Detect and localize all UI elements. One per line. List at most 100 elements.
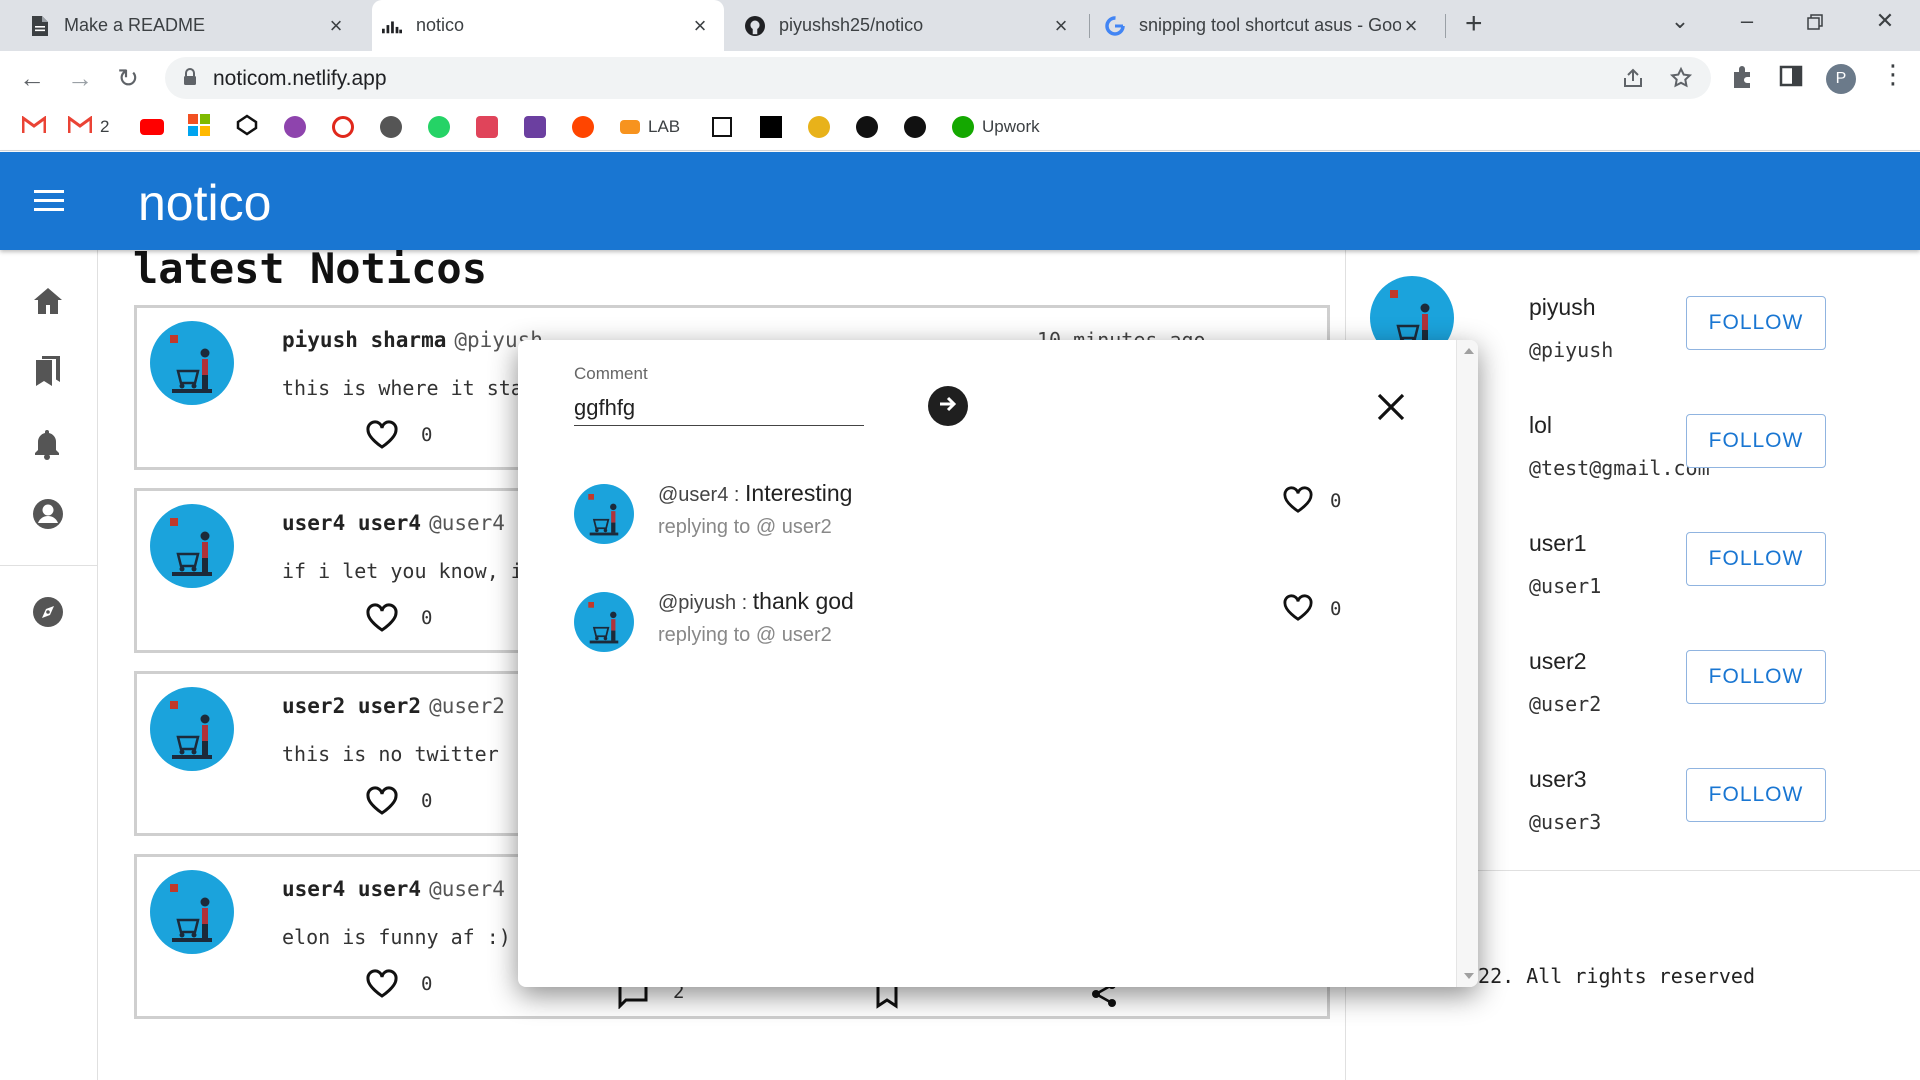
close-tab-icon[interactable]: × <box>1401 14 1421 36</box>
sidebar-divider <box>0 565 98 566</box>
close-icon[interactable] <box>1376 392 1406 427</box>
browser-tab-readme[interactable]: Make a README × <box>20 0 360 51</box>
globe-icon <box>380 116 402 138</box>
bookmark-quora[interactable] <box>332 115 354 139</box>
suggested-user-handle: @user3 <box>1529 810 1602 834</box>
menu-icon[interactable] <box>34 190 64 217</box>
reply-text-line: @piyush : thank god <box>658 588 854 615</box>
more-menu-icon[interactable]: ⋮ <box>1880 59 1906 90</box>
profile-icon[interactable] <box>32 498 64 535</box>
bookmark-pycharm[interactable] <box>760 115 782 139</box>
suggested-user-name: user2 <box>1529 648 1587 674</box>
close-window-icon[interactable]: ✕ <box>1870 8 1900 34</box>
tab-search-icon[interactable]: ⌄ <box>1665 8 1695 34</box>
suggested-user-name: user3 <box>1529 766 1587 792</box>
author-name: piyush sharma <box>282 328 447 352</box>
bookmark-gmail-2[interactable]: 2 <box>67 114 110 139</box>
like-count: 0 <box>421 607 433 629</box>
heart-icon[interactable] <box>1282 594 1314 627</box>
scroll-up-arrow-icon[interactable] <box>1464 348 1474 354</box>
chart-icon <box>382 16 402 36</box>
bookmark-gmail[interactable] <box>21 114 47 139</box>
openai-icon <box>904 116 926 138</box>
gmail-icon <box>67 114 93 139</box>
bookmark-upwork[interactable]: Upwork <box>952 115 1040 139</box>
like-count: 0 <box>1330 490 1342 512</box>
bookmarks-icon[interactable] <box>32 354 64 393</box>
url-text: noticom.netlify.app <box>213 67 387 90</box>
bookmark-microsoft[interactable] <box>188 113 210 139</box>
share-icon[interactable] <box>1621 66 1645 95</box>
minimize-icon[interactable]: – <box>1732 8 1762 34</box>
side-panel-icon[interactable] <box>1779 64 1803 93</box>
notifications-icon[interactable] <box>32 428 62 465</box>
author-name: user4 user4 <box>282 511 422 535</box>
bookmark-runner[interactable] <box>808 115 830 139</box>
bookmark-reddit[interactable] <box>572 115 594 139</box>
follow-button[interactable]: FOLLOW <box>1686 414 1826 468</box>
star-icon[interactable] <box>1669 66 1693 95</box>
bookmark-store[interactable] <box>476 115 498 139</box>
heart-icon[interactable] <box>365 969 399 1004</box>
bookmark-youtube[interactable] <box>140 115 164 139</box>
arrow-right-icon <box>938 395 958 418</box>
new-tab-button[interactable]: + <box>1465 9 1483 39</box>
restore-icon[interactable] <box>1800 10 1830 36</box>
bookmark-label: 2 <box>100 117 110 136</box>
reply-author: @piyush <box>658 592 737 614</box>
github-icon <box>856 116 878 138</box>
bolt-icon <box>524 116 546 138</box>
like-count: 0 <box>421 973 433 995</box>
explore-icon[interactable] <box>32 596 64 633</box>
heart-icon[interactable] <box>365 786 399 821</box>
browser-tab-google[interactable]: snipping tool shortcut asus - Goo × <box>1095 0 1435 51</box>
comment-input[interactable] <box>574 390 864 426</box>
follow-button[interactable]: FOLLOW <box>1686 650 1826 704</box>
reply-separator: : <box>736 592 753 614</box>
reddit-icon <box>572 116 594 138</box>
user-avatar <box>150 321 234 410</box>
back-arrow-icon[interactable]: ← <box>16 63 48 94</box>
close-tab-icon[interactable]: × <box>1051 14 1071 36</box>
bookmark-openai[interactable] <box>904 115 926 139</box>
bookmark-codepen[interactable] <box>236 113 258 139</box>
suggested-user-name: user1 <box>1529 530 1587 556</box>
follow-button[interactable]: FOLLOW <box>1686 296 1826 350</box>
replying-to: replying to @ user2 <box>658 624 832 646</box>
dialog-scrollbar[interactable] <box>1456 340 1478 987</box>
bookmark-whatsapp[interactable] <box>428 115 450 139</box>
heart-icon[interactable] <box>365 420 399 455</box>
profile-avatar[interactable]: P <box>1826 64 1856 94</box>
heart-icon[interactable] <box>1282 486 1314 519</box>
author-name: user2 user2 <box>282 694 422 718</box>
scroll-down-arrow-icon[interactable] <box>1464 973 1474 979</box>
suggested-user-handle: @test@gmail.com <box>1529 456 1710 480</box>
follow-button[interactable]: FOLLOW <box>1686 532 1826 586</box>
reply-author: @user4 <box>658 484 729 506</box>
author-handle: @user4 <box>429 511 505 535</box>
follow-button[interactable]: FOLLOW <box>1686 768 1826 822</box>
close-tab-icon[interactable]: × <box>690 14 710 36</box>
send-comment-button[interactable] <box>928 386 968 426</box>
bookmark-github[interactable] <box>856 115 878 139</box>
bookmark-purple[interactable] <box>284 115 306 139</box>
lab-icon <box>620 120 640 134</box>
runner-icon <box>808 116 830 138</box>
home-icon[interactable] <box>32 286 64 321</box>
user-avatar <box>150 504 234 593</box>
browser-tab-github[interactable]: piyushsh25/notico × <box>735 0 1085 51</box>
bookmark-lab[interactable]: LAB <box>620 115 680 139</box>
reload-icon[interactable]: ↻ <box>112 63 144 94</box>
forward-arrow-icon[interactable]: → <box>64 63 96 94</box>
browser-tab-notico[interactable]: notico × <box>372 0 724 51</box>
tab-title: piyushsh25/notico <box>779 15 924 35</box>
bookmark-square[interactable] <box>712 115 732 139</box>
bookmark-label: LAB <box>648 117 681 136</box>
heart-icon[interactable] <box>365 603 399 638</box>
close-tab-icon[interactable]: × <box>326 14 346 36</box>
extensions-icon[interactable] <box>1730 64 1756 95</box>
bookmark-bolt[interactable] <box>524 115 546 139</box>
square-icon <box>712 117 732 137</box>
bookmark-globe[interactable] <box>380 115 402 139</box>
address-bar[interactable]: noticom.netlify.app <box>165 57 1711 99</box>
